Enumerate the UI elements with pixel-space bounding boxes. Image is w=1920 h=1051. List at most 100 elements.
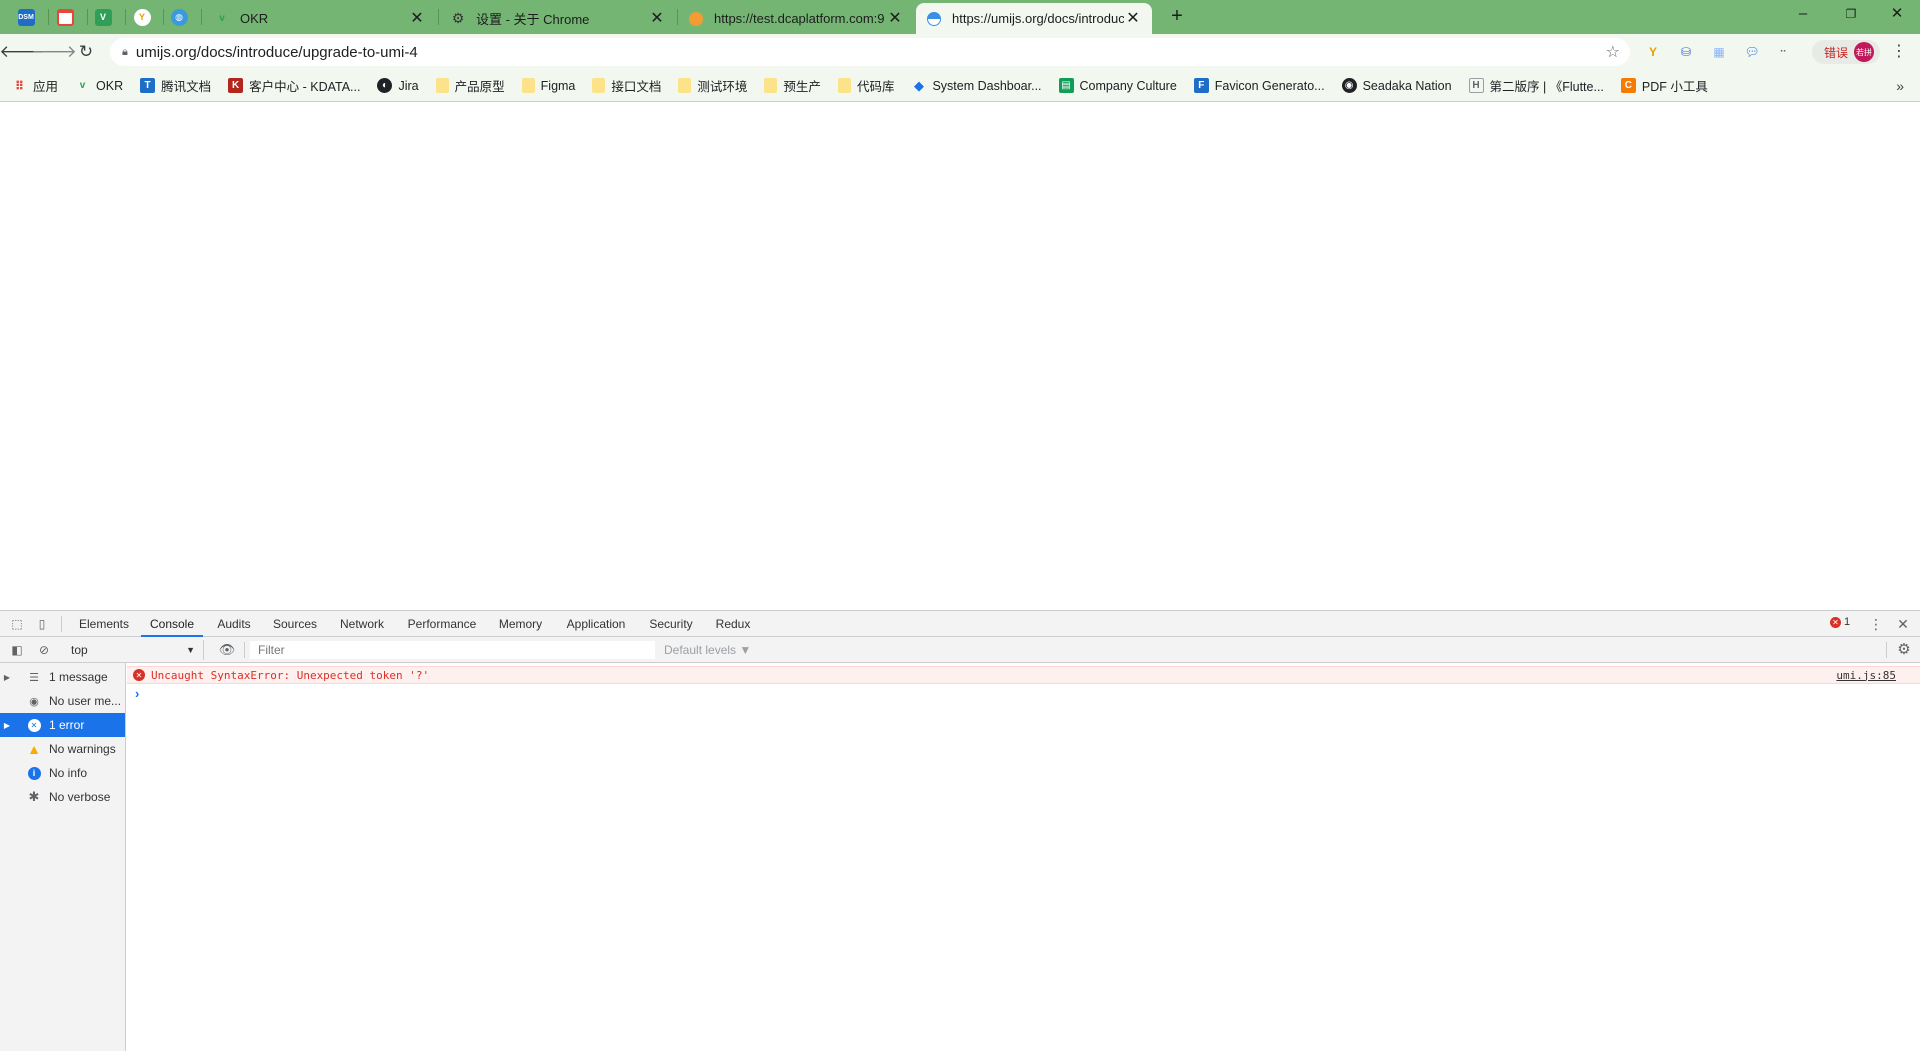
bookmark-company-culture[interactable]: ▤ Company Culture: [1058, 78, 1177, 93]
bookmark-favicon-generator[interactable]: F Favicon Generato...: [1193, 78, 1325, 93]
sidebar-item-label: 1 error: [49, 718, 85, 732]
folder-icon: [435, 78, 449, 93]
close-icon[interactable]: ✕: [648, 10, 666, 28]
screenshot-extension-icon[interactable]: ▦: [1710, 43, 1728, 61]
sidebar-item-label: No info: [49, 766, 88, 780]
devtools-close-icon[interactable]: ✕: [1894, 615, 1912, 633]
close-icon[interactable]: ✕: [886, 10, 904, 28]
console-prompt[interactable]: ›: [135, 686, 139, 701]
devtools-tab-elements[interactable]: Elements: [73, 611, 135, 637]
bookmark-code-repo[interactable]: 代码库: [837, 76, 894, 95]
bookmarks-bar: ⠿ 应用 v OKR T 腾讯文档 K 客户中心 - KDATA... ◐ Jira 产品…: [0, 70, 1920, 102]
bookmark-label: 客户中心 - KDATA...: [249, 80, 361, 94]
pinned-tab-v[interactable]: V: [87, 4, 119, 30]
sidebar-item-verbose[interactable]: ✱ No verbose: [0, 785, 125, 809]
forward-button[interactable]: 🡒: [31, 38, 77, 66]
bookmark-product-prototype[interactable]: 产品原型: [435, 76, 505, 95]
close-icon[interactable]: ✕: [1124, 10, 1142, 28]
bookmark-okr[interactable]: v OKR: [75, 78, 123, 93]
inspect-element-icon[interactable]: ⬚: [8, 615, 26, 633]
clear-console-icon[interactable]: ⊘: [35, 641, 53, 659]
profile-button[interactable]: 错误 若拼: [1812, 40, 1880, 64]
bookmark-figma[interactable]: Figma: [521, 78, 575, 93]
devtools-tab-network[interactable]: Network: [331, 611, 393, 637]
sidebar-item-info[interactable]: i No info: [0, 761, 125, 785]
close-icon[interactable]: ✕: [408, 10, 426, 28]
tab-chrome-settings[interactable]: ⚙ 设置 - 关于 Chrome ✕: [440, 3, 676, 34]
extensions-more-icon[interactable]: ⠒: [1774, 43, 1792, 61]
devtools-tab-console[interactable]: Console: [141, 611, 203, 637]
folder-icon: [521, 78, 535, 93]
minimize-button[interactable]: –: [1780, 0, 1826, 30]
pinned-tab-dsm[interactable]: DSM: [10, 4, 42, 30]
close-window-button[interactable]: ✕: [1874, 0, 1920, 30]
bookmark-label: 腾讯文档: [161, 80, 212, 94]
devtools-tab-security[interactable]: Security: [641, 611, 701, 637]
bookmark-label: 第二版序 | 《Flutte...: [1489, 80, 1604, 94]
new-tab-button[interactable]: +: [1164, 6, 1190, 28]
bookmark-api-docs[interactable]: 接口文档: [592, 76, 661, 95]
bookmark-label: Seadaka Nation: [1362, 78, 1452, 93]
devtools-tab-memory[interactable]: Memory: [491, 611, 550, 637]
devtools-menu-icon[interactable]: ⋮: [1867, 615, 1885, 633]
sidebar-item-messages[interactable]: ▶ ☰ 1 message: [0, 665, 125, 689]
okr-icon: v: [219, 13, 225, 24]
restore-button[interactable]: ❐: [1828, 0, 1874, 30]
bookmark-pre-production[interactable]: 预生产: [764, 76, 821, 95]
bookmark-kdata[interactable]: K 客户中心 - KDATA...: [228, 76, 360, 95]
pinned-tab-yuque[interactable]: Y: [126, 4, 158, 30]
log-levels-dropdown[interactable]: Default levels ▼: [664, 641, 751, 659]
chrome-menu-icon[interactable]: ⋮: [1890, 42, 1908, 62]
context-selector[interactable]: top ▼: [66, 640, 204, 660]
avatar: 若拼: [1854, 42, 1875, 62]
url-text: umijs.org/docs/introduce/upgrade-to-umi-…: [135, 43, 418, 61]
seadaka-icon: ◉: [1341, 78, 1357, 93]
bookmark-jira[interactable]: ◐ Jira: [377, 78, 419, 93]
devtools-tab-application[interactable]: Application: [559, 611, 633, 637]
bookmark-star-icon[interactable]: ☆: [1606, 42, 1620, 62]
pinned-tab-calendar[interactable]: [49, 4, 81, 30]
pinned-tab-globe[interactable]: ◍: [163, 4, 195, 30]
bookmark-apps[interactable]: ⠿ 应用: [12, 76, 58, 95]
error-icon: ✕: [133, 669, 145, 681]
devtools-tab-audits[interactable]: Audits: [209, 611, 259, 637]
devtools-tab-performance[interactable]: Performance: [401, 611, 483, 637]
devtools-tab-redux[interactable]: Redux: [708, 611, 758, 637]
bookmark-pdf-tool[interactable]: C PDF 小工具: [1620, 76, 1708, 95]
error-counter[interactable]: ✕ 1: [1830, 616, 1850, 628]
bookmark-test-env[interactable]: 测试环境: [678, 76, 747, 95]
device-toolbar-icon[interactable]: ▯: [33, 615, 51, 633]
tab-dcaplatform[interactable]: https://test.dcaplatform.com:9 ✕: [678, 3, 914, 34]
address-bar[interactable]: 🔒︎ umijs.org/docs/introduce/upgrade-to-u…: [110, 38, 1630, 66]
sidebar-toggle-icon[interactable]: ◧: [8, 641, 26, 659]
tab-okr[interactable]: v OKR ✕: [204, 3, 436, 34]
bookmark-tencent-docs[interactable]: T 腾讯文档: [140, 76, 211, 95]
devtools-panel: ⬚ ▯ Elements Console Audits Sources Netw…: [0, 610, 1920, 1051]
translate-extension-icon[interactable]: ⛁: [1677, 43, 1695, 61]
sidebar-item-user-messages[interactable]: ◉ No user me...: [0, 689, 125, 713]
tab-umijs[interactable]: https://umijs.org/docs/introduce ✕: [916, 3, 1152, 34]
bookmark-seadaka[interactable]: ◉ Seadaka Nation: [1341, 78, 1452, 93]
chat-extension-icon[interactable]: 💬︎: [1743, 43, 1761, 61]
globe-icon: ◍: [170, 8, 188, 26]
profile-error-label: 错误: [1824, 45, 1849, 60]
bookmark-flutter-book[interactable]: H 第二版序 | 《Flutte...: [1468, 76, 1604, 95]
bookmarks-overflow-icon[interactable]: »: [1896, 78, 1904, 94]
lock-icon: 🔒︎: [122, 45, 128, 58]
error-icon: ✕: [26, 717, 42, 733]
sheets-icon: ▤: [1058, 78, 1074, 93]
console-filter-input[interactable]: [250, 641, 655, 659]
sidebar-item-label: No warnings: [49, 742, 116, 756]
yuque-extension-icon[interactable]: Y: [1644, 43, 1662, 61]
apps-icon: ⠿: [14, 78, 25, 93]
sidebar-item-errors[interactable]: ▶ ✕ 1 error: [0, 713, 125, 737]
devtools-tab-sources[interactable]: Sources: [266, 611, 324, 637]
pdf-tool-icon: C: [1620, 78, 1636, 93]
error-source-link[interactable]: umi.js:85: [1836, 669, 1896, 682]
reload-button[interactable]: ↻: [72, 38, 100, 66]
console-settings-icon[interactable]: ⚙: [1894, 640, 1914, 660]
bookmark-system-dashboard[interactable]: ◆ System Dashboar...: [911, 78, 1042, 93]
sidebar-item-warnings[interactable]: ▲ No warnings: [0, 737, 125, 761]
user-icon: ◉: [29, 695, 39, 708]
eye-icon[interactable]: 👁︎: [218, 641, 236, 659]
